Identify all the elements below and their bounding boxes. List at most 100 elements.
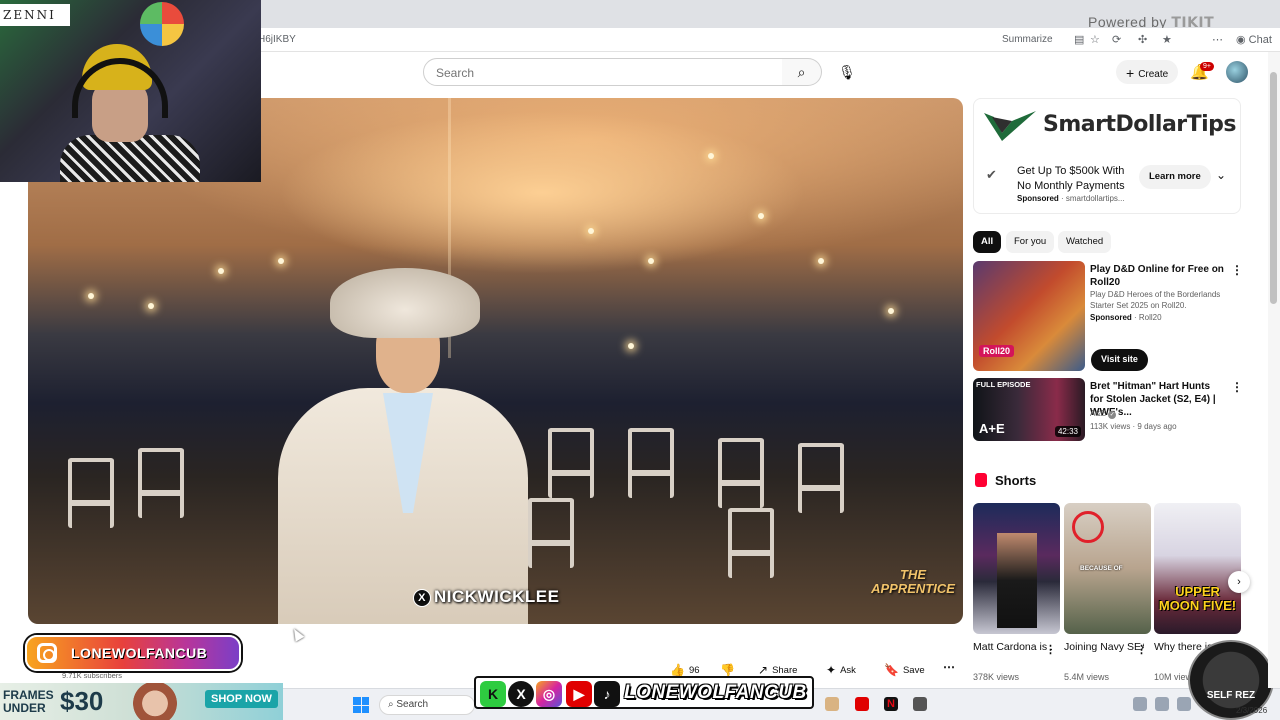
- video-duration: 42:33: [1054, 426, 1081, 437]
- notification-count-badge: 9+: [1200, 62, 1214, 71]
- model-face: [125, 683, 185, 720]
- recommendation-description: Play D&D Heroes of the Borderlands Start…: [1090, 290, 1221, 310]
- highlight-circle: [1072, 511, 1104, 543]
- chip-for-you[interactable]: For you: [1006, 231, 1055, 253]
- visit-site-button[interactable]: Visit site: [1091, 349, 1148, 371]
- scrollbar-thumb[interactable]: [1270, 72, 1277, 304]
- folding-chair: [718, 438, 764, 508]
- summarize-button[interactable]: Summarize: [1002, 34, 1053, 45]
- taskbar-search-label: Search: [396, 699, 429, 710]
- voice-search-button[interactable]: 🎙: [832, 58, 862, 86]
- folding-chair: [528, 498, 574, 568]
- string-light: [278, 258, 284, 264]
- string-light: [648, 258, 654, 264]
- short-title[interactable]: Matt Cardona is ...: [973, 640, 1053, 654]
- save-button[interactable]: 🔖 Save: [876, 659, 933, 681]
- more-options-icon[interactable]: ⋮: [1231, 263, 1243, 277]
- shop-now-button: SHOP NOW: [205, 690, 278, 708]
- windows-start-icon[interactable]: [353, 697, 369, 713]
- search-icon: ⌕: [797, 64, 806, 80]
- recommendation-channel: A&E ✓: [1090, 408, 1225, 419]
- ask-button[interactable]: ✦ Ask: [818, 659, 864, 681]
- verified-check-icon: ✓: [1108, 411, 1117, 419]
- channel-name: A&E: [1090, 409, 1107, 418]
- ad-favicon-icon: ✔: [986, 167, 997, 182]
- app-icon[interactable]: [913, 697, 927, 711]
- extensions-icon[interactable]: ✣: [1138, 33, 1147, 46]
- thumbnail-text: FULL EPISODE: [976, 380, 1031, 389]
- social-handles-bar: K X ◎ ▶ ♪ LONEWOLFANCUB: [474, 676, 814, 709]
- shorts-next-chevron-icon[interactable]: ›: [1228, 571, 1250, 593]
- youtube-icon[interactable]: [855, 697, 869, 711]
- save-label: Save: [902, 665, 925, 676]
- favorites-icon[interactable]: ★: [1162, 33, 1172, 46]
- ig-handle-text: LONEWOLFANCUB: [71, 645, 208, 661]
- netflix-icon[interactable]: N: [884, 697, 898, 711]
- search-input[interactable]: Search: [423, 58, 783, 86]
- search-button[interactable]: ⌕: [782, 58, 822, 86]
- shorts-logo-icon: [975, 473, 987, 487]
- page-scrollbar[interactable]: [1268, 52, 1280, 688]
- short-thumbnail[interactable]: BECAUSE OF: [1064, 503, 1151, 634]
- reader-icon[interactable]: ▤: [1074, 33, 1084, 46]
- chat-label: Chat: [1248, 34, 1272, 46]
- string-light: [628, 343, 634, 349]
- prize-wheel: [140, 2, 184, 46]
- mouse-cursor-icon: [289, 626, 305, 642]
- streamer-shirt: [60, 135, 200, 182]
- frames-text: FRAMES UNDER: [3, 688, 54, 715]
- more-actions-icon[interactable]: ⋯: [943, 660, 955, 674]
- favorite-star-icon[interactable]: ☆: [1090, 33, 1100, 46]
- account-avatar[interactable]: [1226, 61, 1248, 83]
- video-caption-handle: X NICKWICKLEE: [413, 587, 559, 607]
- subscriber-count: 9.71K subscribers: [62, 671, 123, 680]
- like-count: 96: [688, 665, 700, 676]
- ad-title[interactable]: Get Up To $500k With No Monthly Payments: [1017, 164, 1137, 194]
- more-options-icon[interactable]: ⋮: [1045, 643, 1056, 656]
- string-light: [888, 308, 894, 314]
- more-options-icon[interactable]: ⋮: [1136, 643, 1147, 656]
- short-title[interactable]: Joining Navy SEALs ...: [1064, 640, 1144, 654]
- more-options-icon[interactable]: ⋮: [1231, 380, 1243, 394]
- copilot-chat-button[interactable]: ◉ Chat: [1236, 33, 1272, 46]
- learn-more-button[interactable]: Learn more: [1139, 165, 1211, 189]
- chevron-down-icon[interactable]: ⌄: [1216, 168, 1226, 182]
- recommendation-thumbnail[interactable]: FULL EPISODE A+E 42:33: [973, 378, 1085, 441]
- shorts-heading: Shorts: [975, 473, 1036, 488]
- taskbar-search-input[interactable]: ⌕ Search: [379, 695, 475, 715]
- tray-icon[interactable]: [1155, 697, 1169, 711]
- recommendation-thumbnail[interactable]: Roll20: [973, 261, 1085, 371]
- eyewear-banner-ad: FRAMES UNDER $30 SHOP NOW: [0, 683, 283, 720]
- recommendation-title[interactable]: Play D&D Online for Free on Roll20: [1090, 263, 1225, 289]
- folding-chair: [68, 458, 114, 528]
- create-button[interactable]: + Create: [1116, 60, 1179, 84]
- create-label: Create: [1138, 69, 1169, 80]
- short-thumbnail[interactable]: UPPER MOON FIVE!: [1154, 503, 1241, 634]
- chip-watched[interactable]: Watched: [1058, 231, 1112, 253]
- frames-price: $30: [60, 686, 104, 716]
- instagram-handle-badge: LONEWOLFANCUB: [25, 635, 241, 671]
- tray-icon[interactable]: [1133, 697, 1147, 711]
- youtube-icon: ▶: [566, 681, 592, 707]
- ad-sponsor-line: Sponsored · smartdollartips...: [1017, 194, 1125, 203]
- folding-chair: [628, 428, 674, 498]
- ad-sponsored-label: Sponsored: [1017, 194, 1059, 203]
- chip-all[interactable]: All: [973, 231, 1002, 253]
- tray-icon[interactable]: [1177, 697, 1191, 711]
- thumbnail-text: BECAUSE OF: [1080, 565, 1123, 572]
- recommendation-channel: Roll20: [1138, 313, 1162, 322]
- store-icon[interactable]: [825, 697, 839, 711]
- string-light: [148, 303, 154, 309]
- sponsored-label: Sponsored: [1090, 313, 1132, 322]
- sidebar-ad-card[interactable]: SmartDollarTips ✔ Get Up To $500k With N…: [973, 98, 1241, 214]
- string-light: [88, 293, 94, 299]
- caption-handle-text: NICKWICKLEE: [434, 587, 560, 606]
- instagram-icon: [37, 643, 57, 663]
- sponsor-logo: ZENNI: [0, 4, 70, 26]
- string-light: [708, 153, 714, 159]
- thumbnail-text: Roll20: [979, 345, 1015, 357]
- short-thumbnail[interactable]: [973, 503, 1060, 634]
- more-menu-icon[interactable]: ⋯: [1212, 33, 1223, 46]
- refresh-icon[interactable]: ⟳: [1112, 33, 1121, 46]
- url-text[interactable]: H6jIKBY: [258, 34, 296, 45]
